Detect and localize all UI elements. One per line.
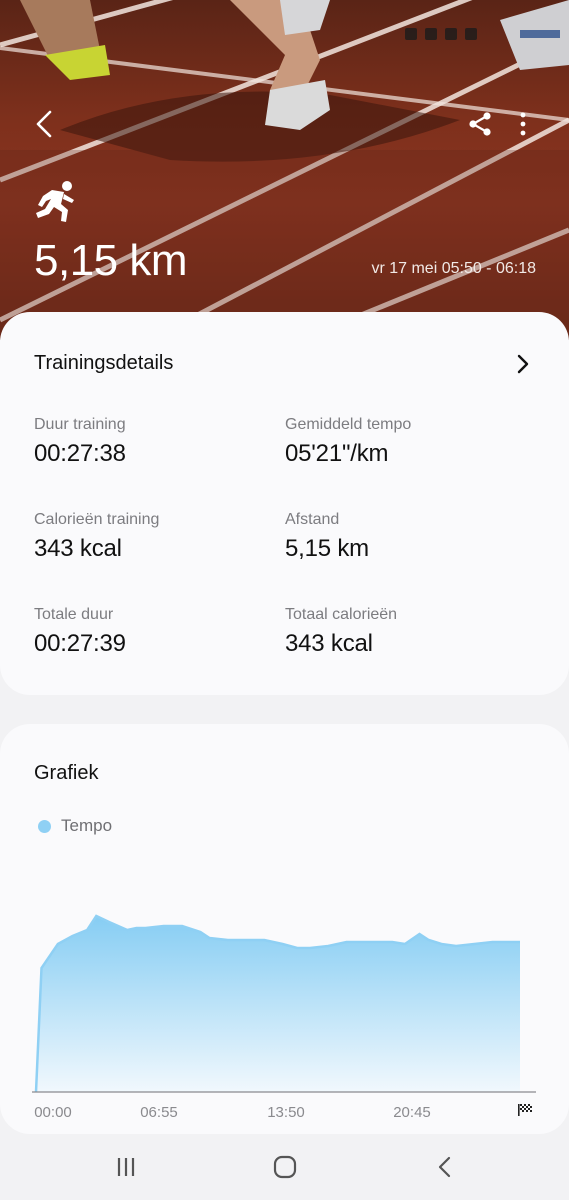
x-tick-label: 20:45 [393,1104,431,1121]
x-tick-label: 00:00 [34,1104,72,1121]
running-icon [36,181,74,222]
hero-header: 5,15 km vr 17 mei 05:50 - 06:18 [0,0,569,340]
nav-back-icon [438,1156,451,1178]
stat-training-calories: Calorieën training 343 kcal [34,511,159,563]
chevron-right-icon[interactable] [513,352,533,376]
system-navigation-bar [0,1134,569,1200]
stat-value: 00:27:39 [34,630,126,657]
stat-label: Calorieën training [34,511,160,528]
stat-label: Afstand [285,511,340,528]
more-vertical-icon [520,112,526,136]
battery-icon [465,28,477,40]
back-button[interactable] [26,106,62,142]
stat-duration: Duur training 00:27:38 [34,416,126,468]
home-icon [273,1155,297,1179]
status-bar [0,0,569,60]
home-button[interactable] [245,1134,325,1200]
recents-icon [117,1158,135,1176]
stat-label: Totale duur [34,606,114,623]
alarm-icon [405,28,417,40]
workout-date-range: vr 17 mei 05:50 - 06:18 [371,260,536,277]
stat-value: 343 kcal [285,630,373,657]
status-icons [405,28,477,40]
back-arrow-icon [36,110,52,138]
share-icon [469,112,491,136]
stat-label: Totaal calorieën [285,606,398,623]
graph-card: Grafiek Tempo 00:00 06:55 13:50 20:45 [0,724,569,1134]
more-options-button[interactable] [508,106,538,142]
stat-value: 00:27:38 [34,440,126,467]
x-tick-label: 06:55 [140,1104,178,1121]
distance-value: 5,15 km [34,236,188,285]
stat-value: 5,15 km [285,535,369,562]
nav-back-button[interactable] [405,1134,485,1200]
training-details-title: Trainingsdetails [34,352,174,374]
share-button[interactable] [462,106,498,142]
stat-label: Gemiddeld tempo [285,416,412,433]
recents-button[interactable] [86,1134,166,1200]
stat-total-calories: Totaal calorieën 343 kcal [285,606,397,658]
stat-label: Duur training [34,416,126,433]
pace-chart: 00:00 06:55 13:50 20:45 [32,914,536,1121]
stat-value: 343 kcal [34,535,122,562]
signal-icon [445,28,457,40]
stat-distance: Afstand 5,15 km [285,511,369,563]
training-details-card[interactable]: Trainingsdetails Duur training 00:27:38 … [0,312,569,695]
finish-flag-icon [518,1104,532,1116]
wifi-icon [425,28,437,40]
stat-value: 05'21"/km [285,440,389,467]
stat-total-duration: Totale duur 00:27:39 [34,606,126,658]
x-tick-label: 13:50 [267,1104,305,1121]
stat-average-pace: Gemiddeld tempo 05'21"/km [285,416,411,468]
